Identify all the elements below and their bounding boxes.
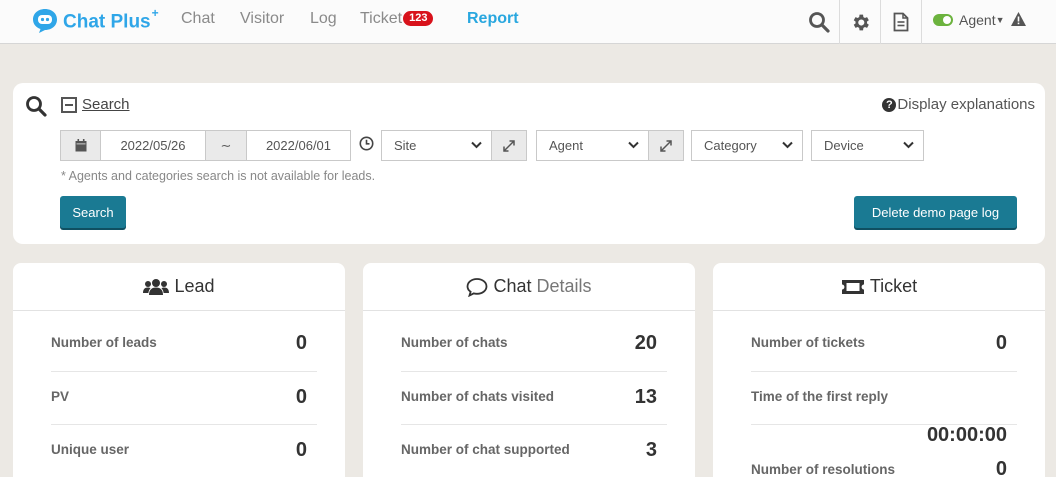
lead-card-title: Lead xyxy=(174,276,215,296)
ticket-row: Number of tickets 0 xyxy=(751,312,1017,372)
chat-row-value: 13 xyxy=(634,386,657,408)
nav-ticket-label: Ticket xyxy=(360,10,403,27)
document-button[interactable] xyxy=(880,0,921,44)
chevron-down-icon xyxy=(471,141,482,149)
chevron-down-icon xyxy=(782,141,793,149)
ticket-row-value: 00:00:00 xyxy=(926,424,1007,446)
date-range-separator: ∼ xyxy=(205,130,247,161)
ticket-icon xyxy=(841,279,864,294)
logo-text: Chat Plus+ xyxy=(63,6,159,33)
ticket-card-title: Ticket xyxy=(869,276,918,296)
chat-row: Number of chats 20 xyxy=(401,312,667,372)
chat-row-value: 3 xyxy=(645,439,657,461)
agent-status-dropdown[interactable]: Agent▼ xyxy=(921,0,1056,44)
settings-button[interactable] xyxy=(839,0,880,44)
ticket-row-label: Number of tickets xyxy=(751,335,866,350)
warning-icon[interactable] xyxy=(1010,11,1027,27)
chat-row: Number of chat supported 3 xyxy=(401,425,667,477)
agent-label: Agent▼ xyxy=(959,12,1005,28)
lead-card: Lead Number of leads 0 PV 0 Unique user … xyxy=(13,263,345,477)
site-expand-button[interactable] xyxy=(491,130,527,161)
calendar-icon xyxy=(75,139,86,152)
search-button[interactable]: Search xyxy=(60,196,126,228)
agent-expand-button[interactable] xyxy=(648,130,684,161)
lead-row: Unique user 0 xyxy=(51,425,317,477)
gear-icon xyxy=(853,14,869,30)
lead-row-label: Unique user xyxy=(51,442,130,457)
lead-row-value: 0 xyxy=(295,439,307,461)
chat-row-label: Number of chats xyxy=(401,335,508,350)
chat-card-subtitle: Details xyxy=(536,276,592,296)
chat-row-value: 20 xyxy=(634,332,657,354)
chevron-down-icon xyxy=(903,141,914,149)
chat-bubble-logo-icon xyxy=(33,9,57,33)
search-panel: Search ? Display explanations 2022/05/26… xyxy=(13,83,1045,244)
delete-demo-log-button[interactable]: Delete demo page log xyxy=(854,196,1017,228)
display-explanations-link[interactable]: ? Display explanations xyxy=(882,96,1035,113)
category-select[interactable]: Category xyxy=(691,130,803,161)
lead-row: PV 0 xyxy=(51,372,317,425)
chat-bubble-icon xyxy=(467,277,488,297)
search-toggle-link[interactable]: Search xyxy=(82,96,130,113)
ticket-row-value: 0 xyxy=(995,332,1007,354)
chevron-down-icon xyxy=(628,141,639,149)
ticket-row: Time of the first reply xyxy=(751,372,1017,425)
top-navigation-bar: Chat Plus+ Chat Visitor Log Ticket 123 Re… xyxy=(0,0,1056,44)
lead-row-label: PV xyxy=(51,389,70,404)
chat-details-card: Chat Details Number of chats 20 Number o… xyxy=(363,263,695,477)
search-note: * Agents and categories search is not av… xyxy=(61,169,376,183)
ticket-row-value: 0 xyxy=(995,458,1007,477)
chat-row: Number of chats visited 13 xyxy=(401,372,667,425)
expand-icon xyxy=(503,139,515,152)
site-select[interactable]: Site xyxy=(381,130,492,161)
nav-ticket[interactable]: Ticket 123 xyxy=(360,10,434,28)
question-icon: ? xyxy=(882,97,897,112)
ticket-card: Ticket Number of tickets 0 Time of the f… xyxy=(713,263,1045,477)
lead-row-value: 0 xyxy=(295,332,307,354)
lead-row-value: 0 xyxy=(295,386,307,408)
chat-plus-logo[interactable]: Chat Plus+ xyxy=(32,6,160,35)
lead-row: Number of leads 0 xyxy=(51,312,317,372)
lead-row-label: Number of leads xyxy=(51,335,157,350)
users-icon xyxy=(143,278,170,295)
ticket-row-label: Number of resolutions xyxy=(751,462,896,477)
ticket-card-header: Ticket xyxy=(713,263,1045,311)
calendar-button[interactable] xyxy=(60,130,101,161)
header-search-button[interactable] xyxy=(800,0,838,44)
clock-icon[interactable] xyxy=(359,136,374,151)
chat-row-label: Number of chats visited xyxy=(401,389,555,404)
nav-visitor[interactable]: Visitor xyxy=(240,10,284,28)
date-from-input[interactable]: 2022/05/26 xyxy=(100,130,206,161)
expand-icon xyxy=(660,139,672,152)
display-explanations-label: Display explanations xyxy=(897,96,1035,113)
device-select[interactable]: Device xyxy=(811,130,924,161)
collapse-search-icon[interactable] xyxy=(61,97,77,113)
agent-online-toggle[interactable] xyxy=(933,14,953,26)
search-icon xyxy=(809,12,830,33)
document-icon xyxy=(893,12,909,32)
nav-report[interactable]: Report xyxy=(467,10,519,28)
agent-select[interactable]: Agent xyxy=(536,130,649,161)
chat-card-title: Chat xyxy=(493,276,532,296)
chat-row-label: Number of chat supported xyxy=(401,442,570,457)
ticket-row-label: Time of the first reply xyxy=(751,389,889,404)
nav-log[interactable]: Log xyxy=(310,10,337,28)
nav-chat[interactable]: Chat xyxy=(181,10,215,28)
lead-card-header: Lead xyxy=(13,263,345,311)
chat-card-header: Chat Details xyxy=(363,263,695,311)
ticket-count-badge: 123 xyxy=(403,11,434,26)
search-icon xyxy=(26,96,47,117)
date-to-input[interactable]: 2022/06/01 xyxy=(246,130,351,161)
